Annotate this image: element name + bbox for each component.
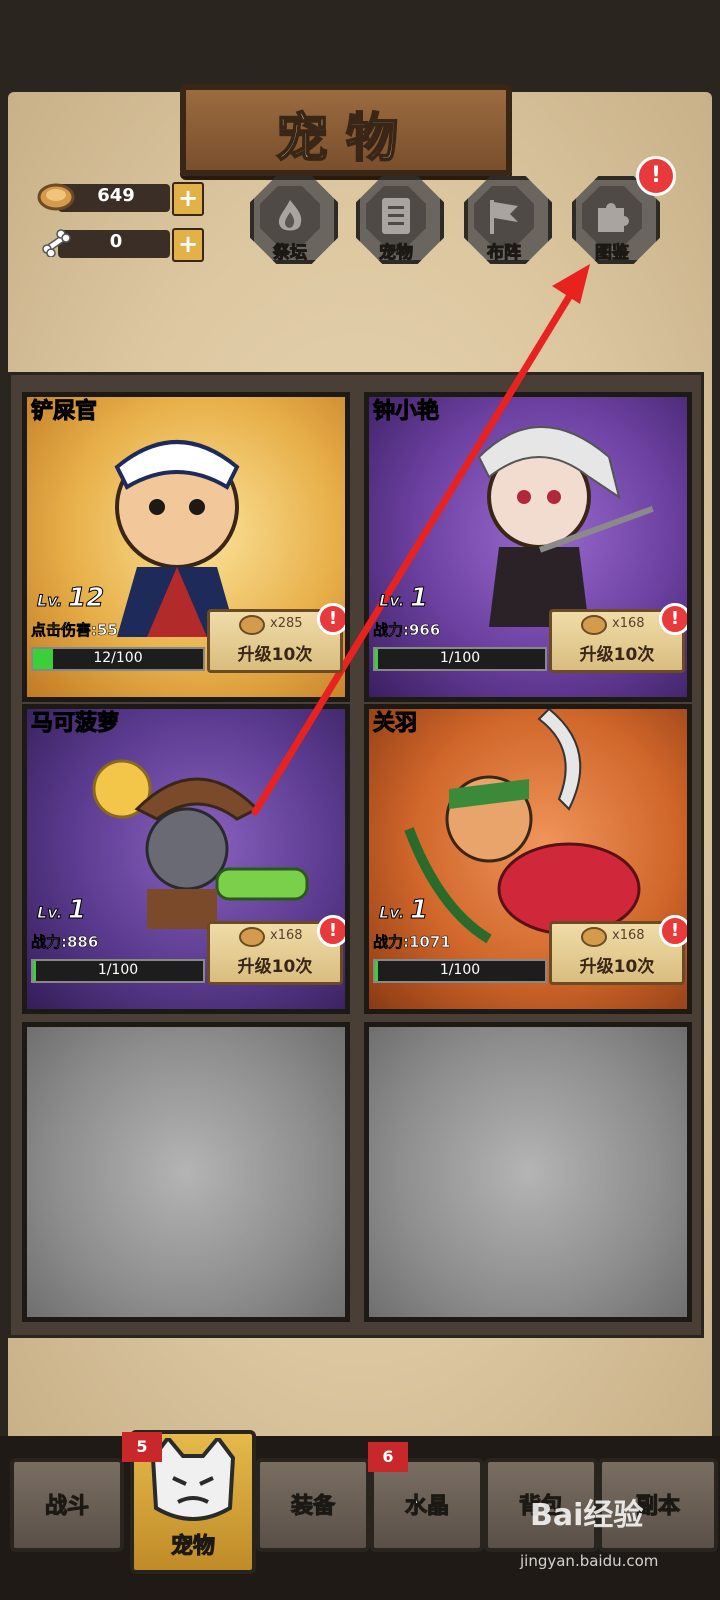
upgrade-alert-badge: ! — [659, 603, 687, 635]
pet-progress-bar: 1/100 — [31, 959, 205, 983]
pet-stat: 点击伤害:55 — [31, 621, 118, 640]
pet-name: 马可菠萝 — [30, 711, 120, 737]
pet-progress-bar: 1/100 — [373, 959, 547, 983]
tab-crystal-badge: 6 — [368, 1442, 408, 1472]
tab-battle[interactable]: 战斗 — [10, 1458, 124, 1552]
pet-name: 关羽 — [372, 711, 418, 737]
tab-crystal[interactable]: 水晶 — [370, 1458, 484, 1552]
cookie-icon — [580, 926, 608, 952]
baidu-watermark-url: jingyan.baidu.com — [520, 1552, 659, 1570]
pet-name: 钟小艳 — [372, 399, 440, 425]
pet-stat: 战力:966 — [373, 621, 441, 640]
upgrade-alert-badge: ! — [659, 915, 687, 947]
pet-level: Lv. 1 — [36, 895, 87, 926]
pet-level: Lv. 1 — [378, 895, 429, 926]
pet-level: Lv. 12 — [36, 583, 105, 614]
pet-stat: 战力:886 — [31, 933, 99, 952]
cookie-icon — [238, 614, 266, 640]
pet-progress-bar: 12/100 — [31, 647, 205, 671]
pet-level: Lv. 1 — [378, 583, 429, 614]
tab-equipment[interactable]: 装备 — [256, 1458, 370, 1552]
upgrade-alert-badge: ! — [317, 915, 345, 947]
pet-name: 铲屎官 — [30, 399, 98, 425]
cookie-icon — [580, 614, 608, 640]
pet-progress-bar: 1/100 — [373, 647, 547, 671]
baidu-watermark-logo: Bai经验 — [530, 1498, 644, 1533]
cookie-icon — [238, 926, 266, 952]
upgrade-alert-badge: ! — [317, 603, 345, 635]
tutorial-arrow — [251, 264, 590, 816]
pet-stat: 战力:1071 — [373, 933, 451, 952]
tab-pets-badge: 5 — [122, 1432, 162, 1462]
